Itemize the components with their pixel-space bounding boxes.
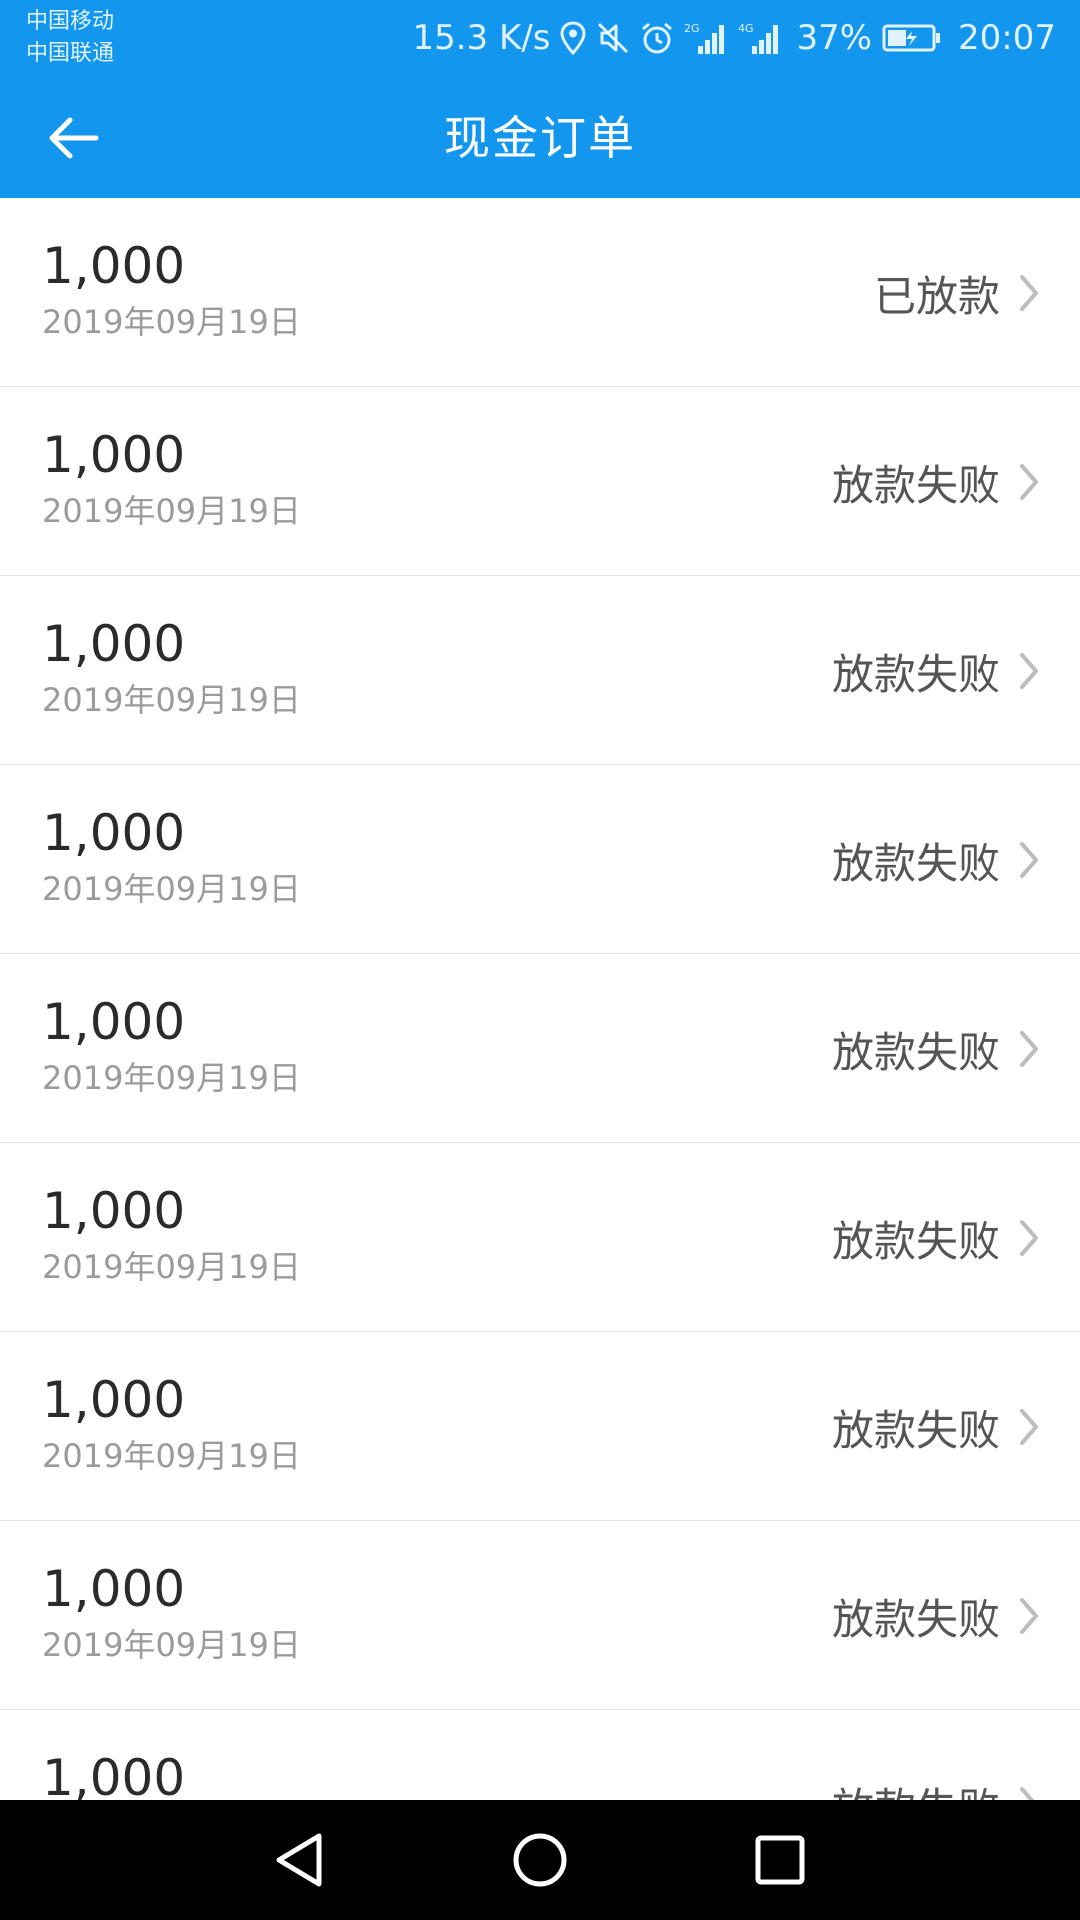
order-row-7[interactable]: 1,000 2019年09月19日 放款失败 (0, 1332, 1080, 1521)
navigation-bar (0, 1800, 1080, 1920)
chevron-right-icon (1020, 1409, 1038, 1445)
order-status-group: 放款失败 (832, 1014, 1040, 1084)
chevron-right-icon (1020, 842, 1038, 878)
order-status: 放款失败 (831, 1216, 1000, 1266)
signal-icon-sim1: 2G (684, 20, 728, 56)
nav-recents-button[interactable] (740, 1820, 820, 1900)
battery-charging-icon (882, 23, 942, 53)
order-date: 2019年09月19日 (42, 492, 301, 530)
triangle-back-icon (276, 1833, 322, 1887)
order-amount: 1,000 (42, 615, 186, 673)
order-status: 放款失败 (832, 1775, 1000, 1801)
order-row-1[interactable]: 1,000 2019年09月19日 已放款 (0, 198, 1080, 387)
order-date: 2019年09月19日 (42, 303, 301, 341)
order-amount: 1,000 (42, 1749, 186, 1800)
app-bar: 现金订单 (0, 78, 1080, 198)
chevron-right-icon (1020, 1598, 1038, 1634)
order-row-3[interactable]: 1,000 2019年09月19日 放款失败 (0, 576, 1080, 765)
order-list: 1,000 2019年09月19日 已放款 1,000 2019年09月19日 … (0, 198, 1080, 1800)
nav-home-button[interactable] (500, 1820, 580, 1900)
signal-1-label: 2G (684, 22, 700, 35)
page-title: 现金订单 (444, 111, 636, 165)
chevron-right-icon (1020, 275, 1038, 311)
order-status-group: 放款失败 (832, 447, 1040, 517)
chevron-right-icon (1020, 1787, 1035, 1800)
location-icon (560, 21, 586, 55)
order-status-group: 放款失败 (832, 636, 1040, 706)
clock: 20:07 (958, 18, 1056, 58)
chevron-right-icon (1020, 1220, 1038, 1256)
net-speed: 15.3 K/s (412, 18, 551, 58)
order-date: 2019年09月19日 (42, 681, 301, 719)
order-date: 2019年09月19日 (42, 1626, 301, 1664)
order-status: 放款失败 (831, 1594, 1000, 1644)
order-status-group: 已放款 (874, 258, 1040, 328)
carrier-2: 中国联通 (26, 41, 115, 66)
order-date: 2019年09月19日 (42, 1437, 301, 1475)
order-date: 2019年09月19日 (42, 870, 301, 908)
signal-icon-sim2: 4G (738, 20, 782, 56)
order-amount: 1,000 (42, 1371, 186, 1429)
order-amount: 1,000 (42, 804, 186, 862)
order-status-group: 放款失败 (832, 825, 1040, 895)
order-status: 放款失败 (831, 838, 1000, 888)
order-status: 放款失败 (831, 649, 1000, 699)
order-status: 放款失败 (831, 1027, 1000, 1077)
order-amount: 1,000 (42, 1560, 186, 1618)
square-recents-icon (755, 1835, 805, 1885)
order-amount: 1,000 (42, 993, 186, 1051)
nav-back-button[interactable] (259, 1820, 339, 1900)
chevron-right-icon (1020, 653, 1038, 689)
order-row-2[interactable]: 1,000 2019年09月19日 放款失败 (0, 387, 1080, 576)
order-date: 2019年09月19日 (42, 1059, 301, 1097)
order-date: 2019年09月19日 (42, 1248, 301, 1286)
circle-home-icon (513, 1833, 567, 1887)
signal-2-label: 4G (738, 22, 754, 35)
battery-percent: 37% (796, 18, 873, 58)
order-amount: 1,000 (42, 237, 186, 295)
order-status: 放款失败 (831, 1405, 1000, 1455)
order-status-group: 放款失败 (832, 1392, 1040, 1462)
order-status-group: 放款失败 (832, 1581, 1040, 1651)
status-icons: 15.3 K/s 2G 4G 37% 20:07 (412, 14, 1056, 62)
order-row-5[interactable]: 1,000 2019年09月19日 放款失败 (0, 954, 1080, 1143)
order-amount: 1,000 (42, 426, 186, 484)
order-status-group: 放款失败 (832, 1203, 1040, 1273)
chevron-right-icon (1020, 1031, 1038, 1067)
order-status: 已放款 (873, 271, 1000, 321)
order-row-4[interactable]: 1,000 2019年09月19日 放款失败 (0, 765, 1080, 954)
order-status: 放款失败 (831, 460, 1000, 510)
mute-icon (596, 21, 630, 55)
order-row-6[interactable]: 1,000 2019年09月19日 放款失败 (0, 1143, 1080, 1332)
carrier-info: 中国移动 中国联通 (26, 6, 114, 70)
order-row-9[interactable]: 1,000 放款失败 (0, 1710, 1080, 1800)
order-row-8[interactable]: 1,000 2019年09月19日 放款失败 (0, 1521, 1080, 1710)
chevron-right-icon (1020, 464, 1038, 500)
alarm-icon (640, 21, 674, 55)
status-bar: 中国移动 中国联通 15.3 K/s 2G 4G 37% 20:07 (0, 0, 1080, 78)
order-status-group: 放款失败 (832, 1770, 1040, 1800)
order-amount: 1,000 (42, 1182, 186, 1240)
carrier-1: 中国移动 (26, 9, 115, 34)
